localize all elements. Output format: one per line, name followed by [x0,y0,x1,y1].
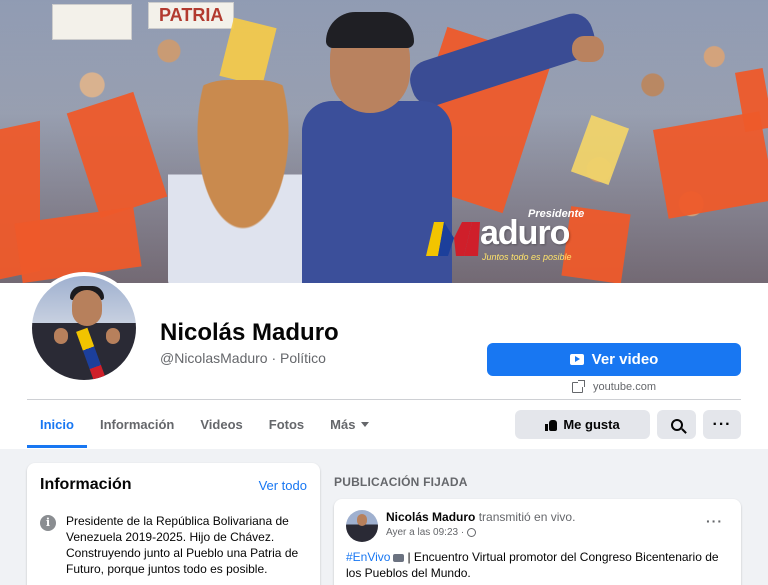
logo-m-icon [426,222,480,256]
info-icon: i [40,515,56,531]
info-card: Información Ver todo i Presidente de la … [27,463,320,585]
external-link[interactable]: youtube.com [572,379,656,393]
video-camera-icon [393,553,405,562]
info-description: Presidente de la República Bolivariana d… [66,514,299,576]
post-hashtag[interactable]: #EnVivo [346,550,390,564]
profile-tabs: Inicio Información Videos Fotos Más [27,400,382,448]
post-text: #EnVivo | Encuentro Virtual promotor del … [346,550,719,580]
pinned-label: PUBLICACIÓN FIJADA [334,475,468,489]
post-action: transmitió en vivo. [478,510,576,524]
external-link-icon [572,379,585,393]
tab-videos[interactable]: Videos [187,400,255,448]
post-author-line: Nicolás Maduro transmitió en vivo. [386,510,575,524]
play-icon [569,354,584,365]
tab-fotos[interactable]: Fotos [256,400,317,448]
tab-informacion[interactable]: Información [87,400,187,448]
tab-inicio[interactable]: Inicio [27,400,87,448]
globe-icon [467,528,477,537]
search-icon [670,418,683,431]
more-dots-icon: ··· [712,415,732,433]
search-button[interactable] [657,410,696,439]
tab-mas[interactable]: Más [317,400,382,448]
pinned-post: Nicolás Maduro transmitió en vivo. Ayer … [334,499,741,585]
like-button[interactable]: Me gusta [515,410,650,439]
post-author[interactable]: Nicolás Maduro [386,510,475,524]
maduro-logo: Presidente aduro Juntos todo es posible [424,208,604,266]
cover-photo[interactable]: PATRIA Presidente aduro Juntos todo es p… [0,0,768,283]
cover-sign: PATRIA [148,2,235,29]
see-all-link[interactable]: Ver todo [259,478,307,493]
thumbs-up-icon [545,419,558,431]
more-options-button[interactable]: ··· [703,410,741,439]
post-more-icon[interactable]: ··· [706,513,723,529]
avatar[interactable] [28,272,140,384]
info-title: Información [40,476,132,493]
post-time[interactable]: Ayer a las 09:23 · [386,527,464,538]
page-handle: @NicolasMaduro · Político [160,350,326,366]
caret-down-icon [361,421,370,427]
post-meta: Ayer a las 09:23 · [386,527,477,538]
post-avatar[interactable] [346,510,378,542]
view-video-button[interactable]: Ver video [487,343,741,376]
cover-sign-left [52,4,132,40]
page-title: Nicolás Maduro [160,319,339,346]
